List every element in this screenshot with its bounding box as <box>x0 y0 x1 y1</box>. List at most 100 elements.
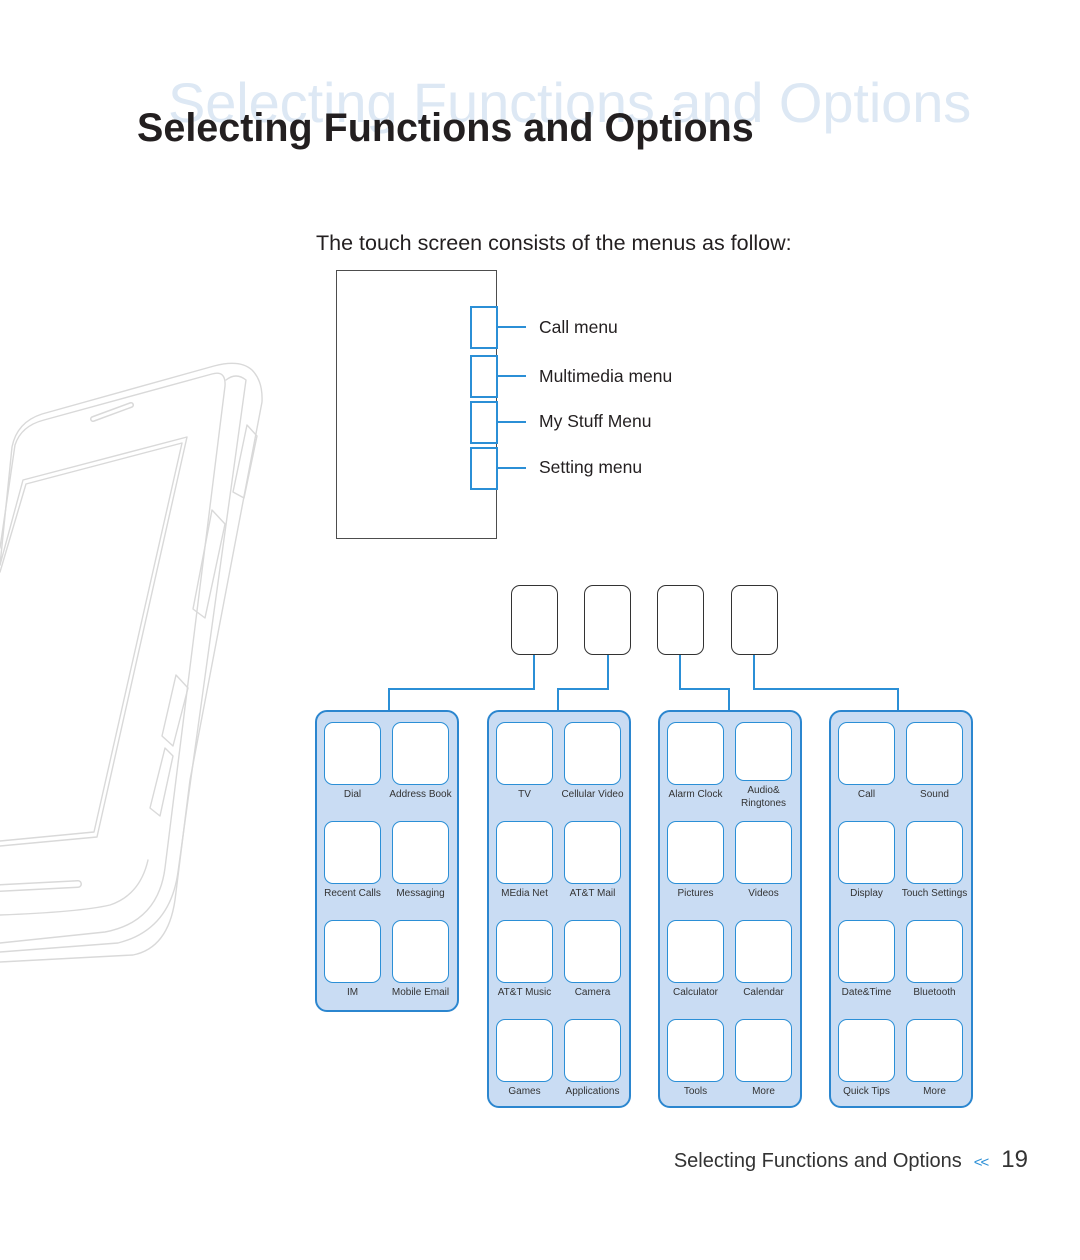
phone-bottom-curve <box>0 859 149 916</box>
phone-inner-bezel <box>0 375 247 953</box>
display-icon <box>838 821 895 884</box>
multimedia-menu-panel: TV Cellular Video MEdia Net AT&T Mail AT… <box>487 710 631 1108</box>
page-title: Selecting Functions and Options <box>137 106 754 150</box>
menu-item-label: Calendar <box>743 987 784 998</box>
multimedia-menu-leader-line <box>498 375 526 377</box>
menu-item-label: Address Book <box>389 789 452 800</box>
menu-item-label: AT&T Mail <box>569 888 616 899</box>
menu-item: Mobile Email <box>392 920 449 1008</box>
audio-ringtones-icon <box>735 722 792 781</box>
menu-item: Recent Calls <box>324 821 381 909</box>
menu-item: Touch Settings <box>902 821 967 909</box>
manual-page: Selecting Functions and Options Selectin… <box>0 0 1080 1260</box>
menu-item-label: Calculator <box>672 987 719 998</box>
page-footer: Selecting Functions and Options << 19 <box>674 1146 1028 1174</box>
applications-icon <box>564 1019 621 1082</box>
phone-side-button-2 <box>192 509 226 619</box>
menu-item-label: More <box>923 1086 946 1097</box>
mobile-email-icon <box>392 920 449 983</box>
menu-item: Sound <box>906 722 963 810</box>
im-icon <box>324 920 381 983</box>
menu-item: Audio& Ringtones <box>735 722 792 810</box>
menu-item: Camera <box>564 920 621 1008</box>
menu-item: Calculator <box>667 920 724 1008</box>
menu-item-label: Dial <box>343 789 362 800</box>
more-icon <box>906 1019 963 1082</box>
att-music-icon <box>496 920 553 983</box>
setting-menu-key <box>470 447 498 490</box>
menu-item-label: Quick Tips <box>843 1086 890 1097</box>
page-number: 19 <box>1001 1146 1028 1173</box>
double-chevron-left-icon: << <box>973 1154 989 1171</box>
menu-item: Applications <box>564 1019 621 1107</box>
my-stuff-menu-leader-line <box>498 421 526 423</box>
menu-item-label: Touch Settings <box>901 888 968 899</box>
camera-icon <box>564 920 621 983</box>
menu-item-label: Messaging <box>396 888 445 899</box>
menu-item-label: More <box>752 1086 775 1097</box>
sound-icon <box>906 722 963 785</box>
footer-section-title: Selecting Functions and Options <box>673 1150 962 1172</box>
messaging-icon <box>392 821 449 884</box>
menu-item: Call <box>838 722 895 810</box>
dial-icon <box>324 722 381 785</box>
menu-item-label: Recent Calls <box>324 888 381 899</box>
phone-side-button-3 <box>161 674 189 747</box>
call-menu-leader-line <box>498 326 526 328</box>
connector-multimedia-menu <box>557 655 609 711</box>
multimedia-menu-label: Multimedia menu <box>539 366 673 386</box>
intro-text: The touch screen consists of the menus a… <box>316 231 792 255</box>
menu-item-label: Sound <box>920 789 949 800</box>
phone-side-button-1 <box>232 424 258 499</box>
phone-outer-body <box>0 362 263 963</box>
connector-my-stuff-menu <box>679 655 730 711</box>
phone-speaker-slot <box>90 402 134 422</box>
calendar-icon <box>735 920 792 983</box>
menu-item-label: Date&Time <box>841 987 892 998</box>
menu-item-label: Audio& Ringtones <box>740 785 787 809</box>
call-menu-key-large <box>511 585 558 655</box>
tools-icon <box>667 1019 724 1082</box>
menu-item: Tools <box>667 1019 724 1107</box>
call-menu-panel: Dial Address Book Recent Calls Messaging… <box>315 710 459 1012</box>
menu-item: MEdia Net <box>496 821 553 909</box>
my-stuff-menu-key-large <box>657 585 704 655</box>
menu-item: Display <box>838 821 895 909</box>
pictures-icon <box>667 821 724 884</box>
menu-item: AT&T Mail <box>564 821 621 909</box>
menu-item-label: Call <box>857 789 876 800</box>
my-stuff-menu-panel: Alarm Clock Audio& Ringtones Pictures Vi… <box>658 710 802 1108</box>
menu-item-label: Videos <box>748 888 779 899</box>
menu-item-label: Applications <box>565 1086 620 1097</box>
setting-menu-leader-line <box>498 467 526 469</box>
menu-item: Alarm Clock <box>667 722 724 810</box>
call-menu-key <box>470 306 498 349</box>
setting-menu-key-large <box>731 585 778 655</box>
menu-item-label: Mobile Email <box>391 987 450 998</box>
more-icon <box>735 1019 792 1082</box>
connector-setting-menu <box>753 655 899 711</box>
menu-item-label: AT&T Music <box>497 987 552 998</box>
multimedia-menu-key-large <box>584 585 631 655</box>
bluetooth-icon <box>906 920 963 983</box>
my-stuff-menu-key <box>470 401 498 444</box>
menu-item-label: Alarm Clock <box>668 789 723 800</box>
cellular-video-icon <box>564 722 621 785</box>
call-settings-icon <box>838 722 895 785</box>
menu-item: More <box>906 1019 963 1107</box>
menu-item-label: Camera <box>574 987 611 998</box>
menu-item-label: Pictures <box>677 888 714 899</box>
call-menu-label: Call menu <box>539 317 618 337</box>
menu-item: Pictures <box>667 821 724 909</box>
menu-item: TV <box>496 722 553 810</box>
menu-item: More <box>735 1019 792 1107</box>
menu-item-label: TV <box>518 789 531 800</box>
menu-item-label: Display <box>850 888 883 899</box>
menu-item-label: Cellular Video <box>561 789 624 800</box>
menu-item: Quick Tips <box>838 1019 895 1107</box>
phone-screen-inner <box>0 442 183 842</box>
phone-home-key <box>0 880 82 892</box>
phone-screen <box>0 436 188 847</box>
menu-item-label: Tools <box>683 1086 708 1097</box>
date-time-icon <box>838 920 895 983</box>
